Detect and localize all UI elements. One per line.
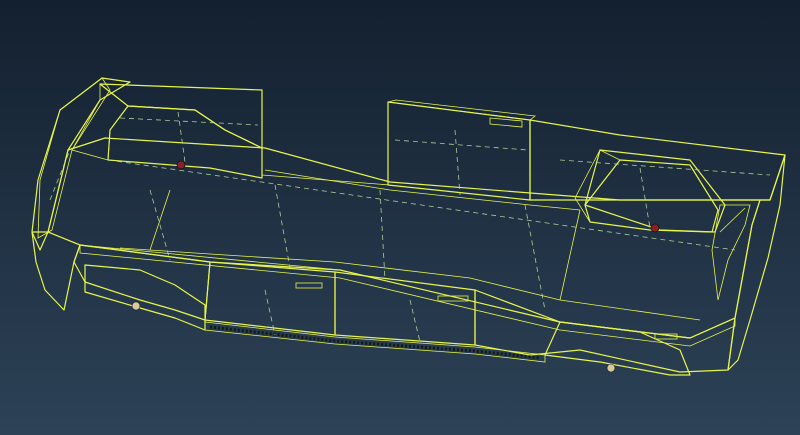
bus-body-model[interactable] <box>0 0 800 435</box>
front-lower-skirt[interactable] <box>31 231 81 311</box>
hidden-edge-9 <box>559 159 771 176</box>
marker-front-arch[interactable] <box>176 160 186 170</box>
marker-front-skirt[interactable] <box>131 301 141 311</box>
rocker-dark-gap <box>209 325 541 360</box>
hidden-edge-7 <box>107 159 736 251</box>
side-skirt-panel-middle-b[interactable] <box>334 271 476 346</box>
side-skirt-panel-rear[interactable] <box>474 289 736 373</box>
skirt-tab-1[interactable] <box>295 282 323 289</box>
floor-seam-2 <box>119 247 701 321</box>
hidden-edge-1 <box>149 189 171 261</box>
floor-seam-1 <box>264 169 581 211</box>
hidden-edge-6 <box>394 139 529 151</box>
hidden-edge-2 <box>274 184 291 269</box>
front-lower-arch[interactable] <box>84 264 206 331</box>
marker-rear-skirt[interactable] <box>606 363 616 373</box>
front-end-wall[interactable] <box>31 77 131 251</box>
hidden-edge-13 <box>639 167 651 229</box>
hidden-edge-10 <box>264 289 276 336</box>
marker-rear-arch[interactable] <box>650 223 660 233</box>
front-arch-housing-inner[interactable] <box>107 105 263 179</box>
front-arch-housing-side[interactable] <box>71 83 129 161</box>
floor-seam-5 <box>719 207 746 233</box>
door-partition-handle[interactable] <box>489 117 523 128</box>
hidden-edge-11 <box>409 299 421 343</box>
rear-end-inner[interactable] <box>711 204 751 301</box>
hidden-edge-14 <box>49 149 71 201</box>
3d-viewport[interactable] <box>0 0 800 435</box>
rear-end-wall[interactable] <box>727 154 786 371</box>
rear-side-wall[interactable] <box>529 119 786 201</box>
hidden-edge-3 <box>379 189 386 281</box>
floor-seam-3 <box>149 189 171 251</box>
hidden-edge-5 <box>454 129 461 196</box>
door-partition-top[interactable] <box>387 99 536 121</box>
rocker-strip[interactable] <box>204 321 546 363</box>
front-arch-housing-top[interactable] <box>99 83 263 149</box>
hidden-edge-12 <box>177 111 186 163</box>
rear-lower-arch[interactable] <box>544 321 691 376</box>
hidden-edge-8 <box>119 117 259 126</box>
floor-seam-4 <box>559 209 581 301</box>
